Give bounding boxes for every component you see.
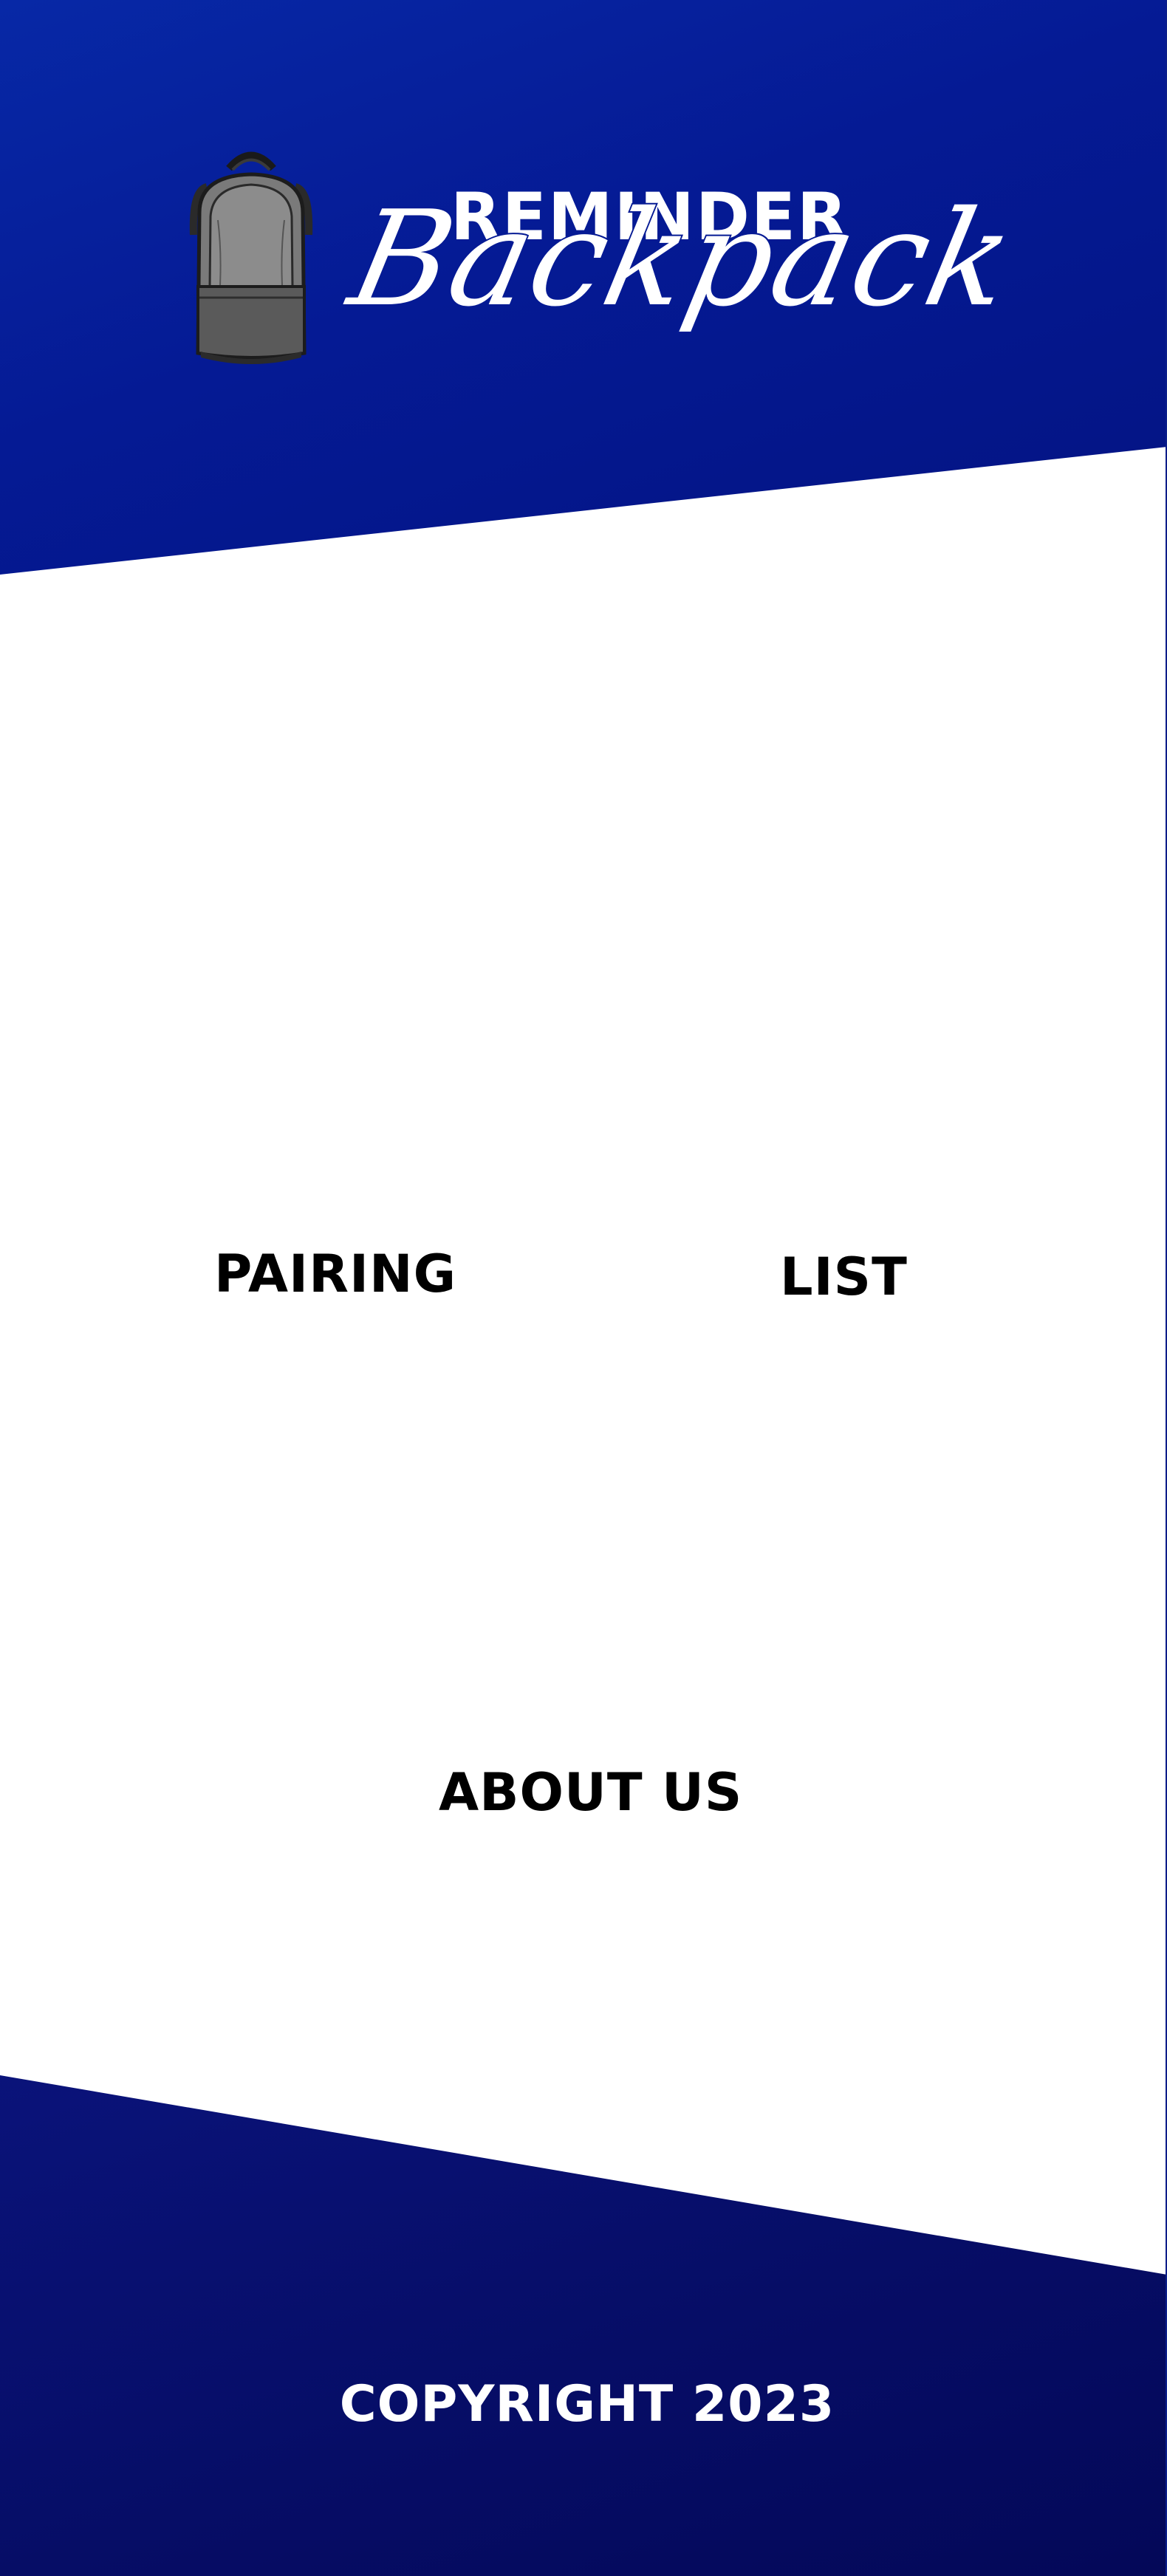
nav-pairing-link[interactable]: PAIRING xyxy=(214,1248,456,1300)
brand-title-script: Backpack xyxy=(337,181,1028,337)
copyright-text: COPYRIGHT 2023 xyxy=(339,2375,835,2433)
backpack-icon xyxy=(189,151,313,364)
brand-logo[interactable]: REMINDER Backpack xyxy=(177,140,1028,391)
nav-about-us-link[interactable]: ABOUT US xyxy=(439,1767,742,1818)
footer-band xyxy=(0,2075,1166,2576)
nav-list-link[interactable]: LIST xyxy=(780,1251,908,1303)
page: REMINDER Backpack PAIRING LIST ABOUT US … xyxy=(0,0,1167,2576)
